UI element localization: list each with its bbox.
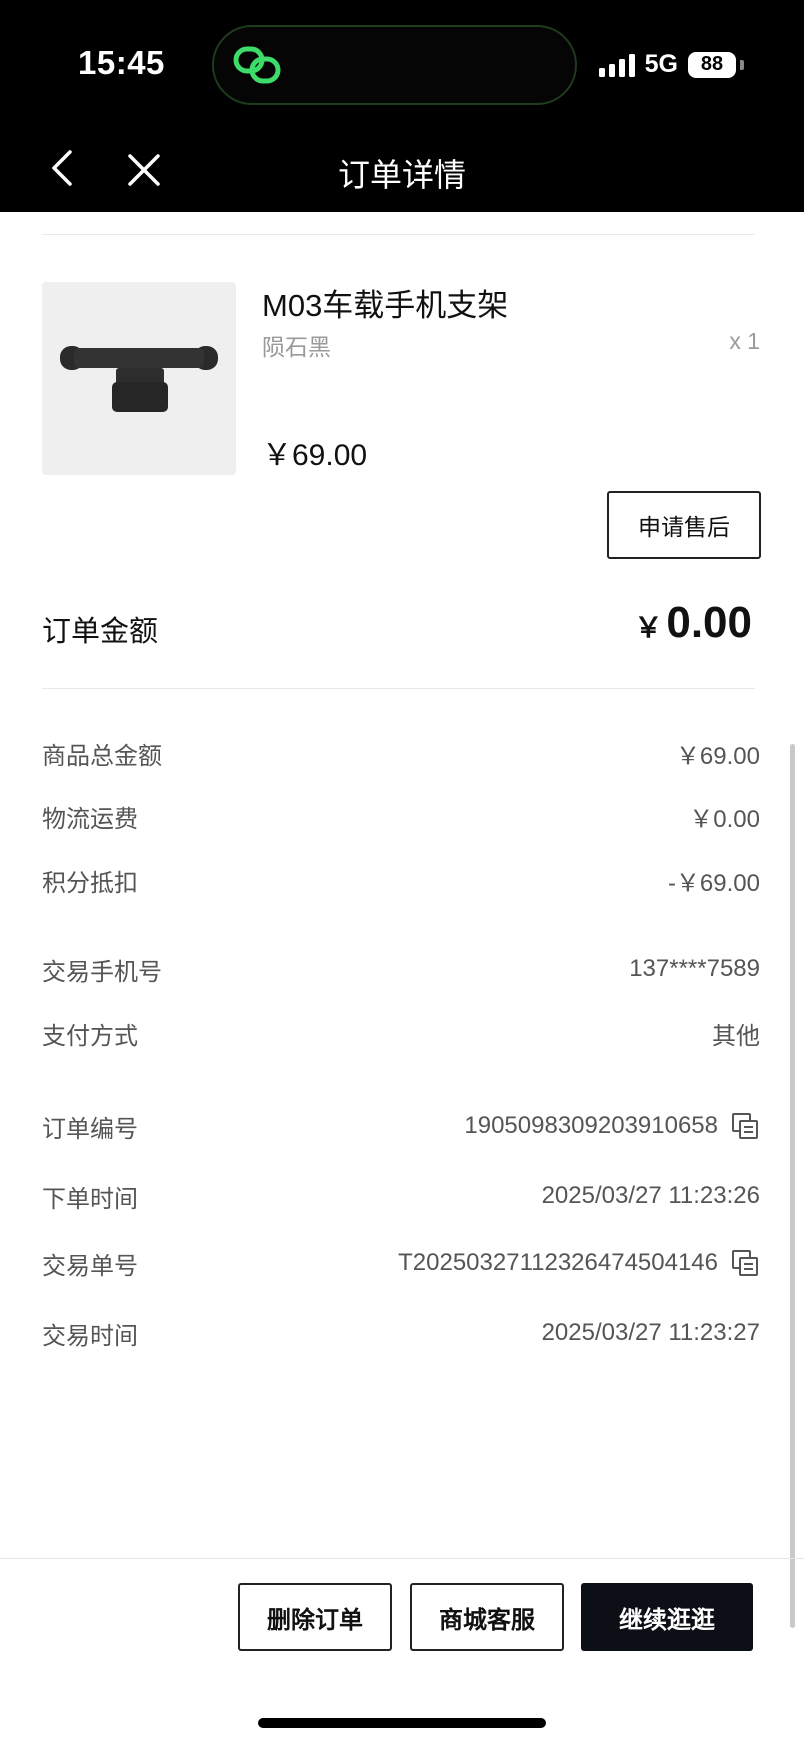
product-quantity: x 1 [729,328,760,354]
order-amount-label: 订单金额 [42,616,159,648]
top-divider [42,234,755,235]
phone-holder-image [60,346,218,412]
row-value: -￥69.00 [667,869,760,897]
row-value: 137****7589 [629,955,760,982]
row-label: 交易单号 [42,1252,138,1280]
battery-icon: 88 [688,51,736,78]
row-value: 2025/03/27 11:23:27 [541,1319,760,1346]
row-value: 其他 [712,1022,760,1050]
row-label: 交易手机号 [42,958,162,986]
product-name[interactable]: M03车载手机支架 [262,280,508,325]
row-label: 下单时间 [42,1185,138,1213]
order-amount-value: 0.00 [666,598,752,647]
row-value: ￥69.00 [675,742,760,770]
home-indicator[interactable] [258,1718,546,1728]
customer-service-button[interactable]: 商城客服 [410,1583,564,1651]
status-indicators: 5G 88 [598,50,744,79]
after-sale-button[interactable]: 申请售后 [607,491,761,559]
product-variant: 陨石黑 [262,334,331,360]
delete-order-button[interactable]: 删除订单 [238,1583,392,1651]
header-bar: 15:45 5G 88 订单详情 [0,0,804,212]
summary-row-subtotal: 商品总金额 ￥69.00 [42,733,760,773]
status-time: 15:45 [78,44,165,81]
order-row-transaction: 交易单号 T2025032711232647450414​6 [42,1243,760,1283]
battery-level: 88 [700,53,724,75]
row-label: 订单编号 [42,1115,138,1143]
order-row-paid-time: 交易时间 2025/03/27 11:23:27 [42,1313,760,1353]
row-label: 交易时间 [42,1322,138,1350]
row-label: 商品总金额 [42,742,162,770]
battery-tip [740,59,744,70]
page-title: 订单详情 [337,157,466,193]
order-row-created: 下单时间 2025/03/27 11:23:26 [42,1176,760,1216]
row-value: 2025/03/27 11:23:26 [541,1182,760,1209]
amount-divider [42,688,755,689]
row-label: 支付方式 [42,1022,138,1050]
copy-icon[interactable] [730,1248,760,1278]
summary-row-shipping: 物流运费 ￥0.00 [42,796,760,836]
signal-icon [598,53,635,77]
order-row-number: 订单编号 1905098309203910658 [42,1106,760,1146]
link-app-icon [233,46,281,84]
currency-symbol: ￥ [634,612,663,643]
payment-row-method: 支付方式 其他 [42,1013,760,1053]
bottom-divider [0,1558,804,1559]
copy-icon[interactable] [730,1111,760,1141]
row-value: ￥0.00 [689,805,760,833]
summary-row-points: 积分抵扣 -￥69.00 [42,860,760,900]
network-type: 5G [644,50,678,78]
transaction-number-text: T2025032711232647450414​6 [398,1249,718,1276]
product-price: ￥69.00 [262,439,368,472]
row-value: T2025032711232647450414​6 [398,1248,760,1278]
row-label: 物流运费 [42,805,138,833]
row-value: 1905098309203910658 [464,1111,760,1141]
product-thumbnail[interactable] [42,282,236,475]
continue-shopping-button[interactable]: 继续逛逛 [581,1583,753,1651]
dynamic-island [212,25,577,105]
scrollbar[interactable] [790,744,795,1628]
payment-row-phone: 交易手机号 137****7589 [42,949,760,989]
order-amount: ￥ 0.00 [634,598,752,648]
row-label: 积分抵扣 [42,869,138,897]
order-number-text: 1905098309203910658 [464,1112,718,1139]
